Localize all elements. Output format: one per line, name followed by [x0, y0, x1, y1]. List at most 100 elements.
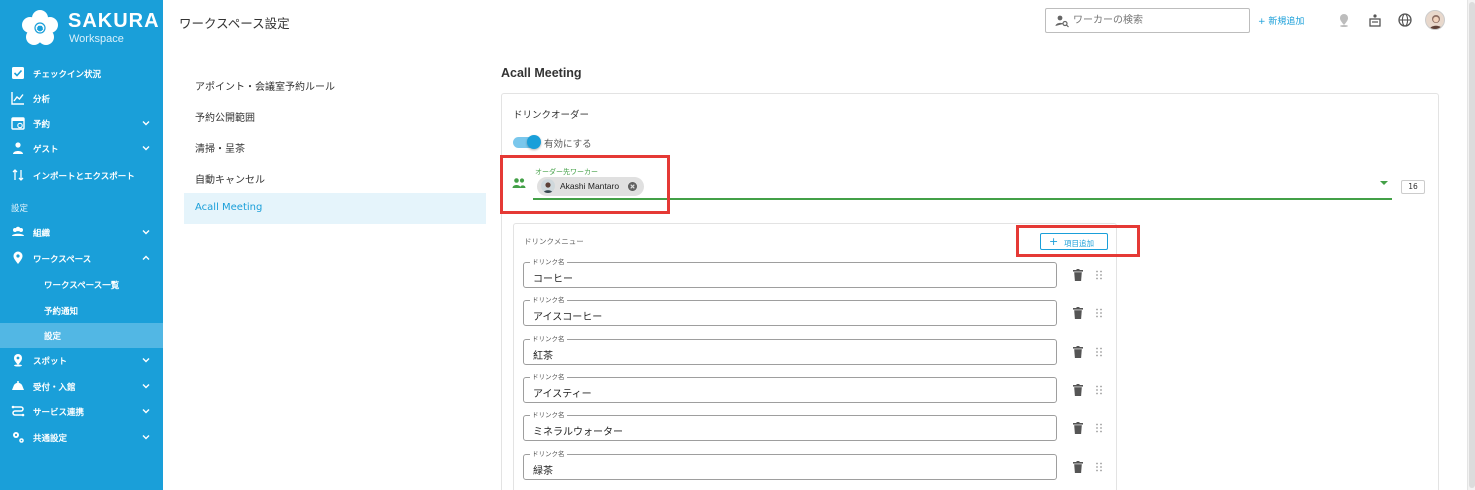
nav-workspace[interactable]: ワークスペース — [0, 246, 163, 271]
drink-name-field[interactable]: ドリンク名 紅茶 — [523, 335, 1057, 365]
nav-label: ゲスト — [33, 145, 59, 155]
search-input[interactable] — [1073, 12, 1243, 29]
drink-name-value[interactable]: アイスティー — [533, 385, 592, 400]
nav-workspace-list[interactable]: ワークスペース一覧 — [0, 272, 163, 297]
nav-label: インポートとエクスポート — [33, 172, 135, 182]
drink-name-field[interactable]: ドリンク名 アイスコーヒー — [523, 296, 1057, 326]
drink-name-value[interactable]: コーヒー — [533, 270, 573, 285]
drink-name-legend: ドリンク名 — [530, 258, 567, 266]
chevron-down-icon — [142, 409, 150, 414]
settings-menu-label: 清掃・呈茶 — [195, 144, 245, 155]
drink-name-field[interactable]: ドリンク名 アイスティー — [523, 373, 1057, 403]
checkbox-icon — [12, 67, 24, 79]
nav-organization[interactable]: 組織 — [0, 220, 163, 245]
trash-icon[interactable] — [1073, 269, 1083, 281]
drink-order-title: ドリンクオーダー — [513, 110, 590, 121]
new-add-button[interactable]: + 新規追加 — [1258, 14, 1304, 27]
drink-name-value[interactable]: アイスコーヒー — [533, 308, 602, 323]
chevron-down-icon — [142, 121, 150, 126]
drink-name-legend: ドリンク名 — [530, 296, 567, 304]
worker-count: 16 — [1401, 180, 1425, 194]
drink-name-value[interactable]: ミネラルウォーター — [533, 423, 623, 438]
drink-name-value[interactable]: 紅茶 — [533, 347, 553, 362]
worker-search[interactable] — [1045, 8, 1250, 33]
drink-name-field[interactable]: ドリンク名 緑茶 — [523, 450, 1057, 480]
settings-menu-label: Acall Meeting — [195, 202, 263, 213]
dropdown-arrow-icon[interactable] — [1380, 181, 1388, 185]
trash-icon[interactable] — [1073, 461, 1083, 473]
nav-label: 予約 — [33, 120, 51, 130]
drag-handle-icon[interactable] — [1095, 347, 1103, 357]
nav-label: 組織 — [33, 229, 51, 239]
settings-menu-label: 自動キャンセル — [195, 175, 265, 186]
settings-menu-cleaning-tea[interactable]: 清掃・呈茶 — [184, 131, 486, 162]
logo[interactable]: SAKURA Workspace — [0, 0, 163, 60]
sakura-logo-icon — [22, 10, 58, 45]
chevron-down-icon — [142, 230, 150, 235]
nav-import-export[interactable]: インポートとエクスポート — [0, 163, 163, 188]
settings-menu-publish-scope[interactable]: 予約公開範囲 — [184, 100, 486, 131]
settings-menu-auto-cancel[interactable]: 自動キャンセル — [184, 162, 486, 193]
toggle-knob[interactable] — [527, 135, 541, 149]
drag-handle-icon[interactable] — [1095, 385, 1103, 395]
nav-spot[interactable]: スポット — [0, 348, 163, 373]
nav-settings[interactable]: 設定 — [0, 323, 163, 348]
drink-name-legend: ドリンク名 — [530, 335, 567, 343]
nav-checkin-status[interactable]: チェックイン状況 — [0, 61, 163, 86]
nav-reception[interactable]: 受付・入館 — [0, 374, 163, 399]
page-scrollbar[interactable] — [1467, 0, 1475, 490]
settings-menu-label: 予約公開範囲 — [195, 113, 255, 124]
guest-icon — [13, 142, 23, 154]
nav-analytics[interactable]: 分析 — [0, 86, 163, 111]
nav-label: ワークスペース一覧 — [44, 281, 120, 291]
drag-handle-icon[interactable] — [1095, 423, 1103, 433]
user-avatar[interactable] — [1425, 10, 1445, 30]
integration-icon — [11, 405, 25, 417]
settings-menu-acall-meeting[interactable]: Acall Meeting — [184, 193, 486, 224]
nav-label: チェックイン状況 — [33, 70, 102, 80]
chevron-down-icon — [142, 358, 150, 363]
enable-toggle[interactable] — [513, 135, 541, 149]
app-root: SAKURA Workspace チェックイン状況 分析 予約 ゲスト インポー… — [0, 0, 1475, 490]
reception-icon — [12, 381, 24, 390]
nav-integration[interactable]: サービス連携 — [0, 399, 163, 424]
trash-icon[interactable] — [1073, 422, 1083, 434]
globe-icon[interactable] — [1397, 12, 1413, 28]
nav-label: 受付・入館 — [33, 383, 76, 393]
nav-reservation-notice[interactable]: 予約通知 — [0, 298, 163, 323]
drink-name-value[interactable]: 緑茶 — [533, 462, 553, 477]
chevron-down-icon — [142, 384, 150, 389]
nav-reservation[interactable]: 予約 — [0, 111, 163, 136]
reception-desk-icon[interactable] — [1367, 12, 1383, 28]
location-icon[interactable] — [1336, 12, 1352, 28]
header: ワークスペース設定 + 新規追加 — [163, 0, 1468, 50]
highlight-box-add — [1016, 225, 1140, 257]
drag-handle-icon[interactable] — [1095, 270, 1103, 280]
nav-label: スポット — [33, 357, 68, 367]
trash-icon[interactable] — [1073, 346, 1083, 358]
location-pin-icon — [13, 251, 23, 264]
nav-guest[interactable]: ゲスト — [0, 136, 163, 161]
settings-section-label: 設定 — [11, 204, 29, 214]
drink-name-field[interactable]: ドリンク名 ミネラルウォーター — [523, 411, 1057, 441]
nav-label: ワークスペース — [33, 255, 92, 265]
scrollbar-thumb[interactable] — [1469, 2, 1475, 488]
sidebar: SAKURA Workspace チェックイン状況 分析 予約 ゲスト インポー… — [0, 0, 163, 490]
people-icon — [12, 226, 24, 236]
trash-icon[interactable] — [1073, 384, 1083, 396]
drag-handle-icon[interactable] — [1095, 462, 1103, 472]
nav-label: 共通設定 — [33, 434, 68, 444]
trash-icon[interactable] — [1073, 307, 1083, 319]
chevron-up-icon — [142, 255, 150, 260]
settings-menu-appointment-rules[interactable]: アポイント・会議室予約ルール — [184, 69, 486, 100]
drink-name-field[interactable]: ドリンク名 コーヒー — [523, 258, 1057, 288]
drink-name-legend: ドリンク名 — [530, 373, 567, 381]
person-search-icon — [1055, 15, 1069, 28]
brand-name: SAKURA — [68, 10, 160, 32]
nav-common-settings[interactable]: 共通設定 — [0, 425, 163, 450]
calendar-icon — [11, 117, 25, 130]
nav-label: 分析 — [33, 95, 51, 105]
drag-handle-icon[interactable] — [1095, 308, 1103, 318]
settings-menu-label: アポイント・会議室予約ルール — [195, 82, 335, 93]
drink-name-legend: ドリンク名 — [530, 411, 567, 419]
